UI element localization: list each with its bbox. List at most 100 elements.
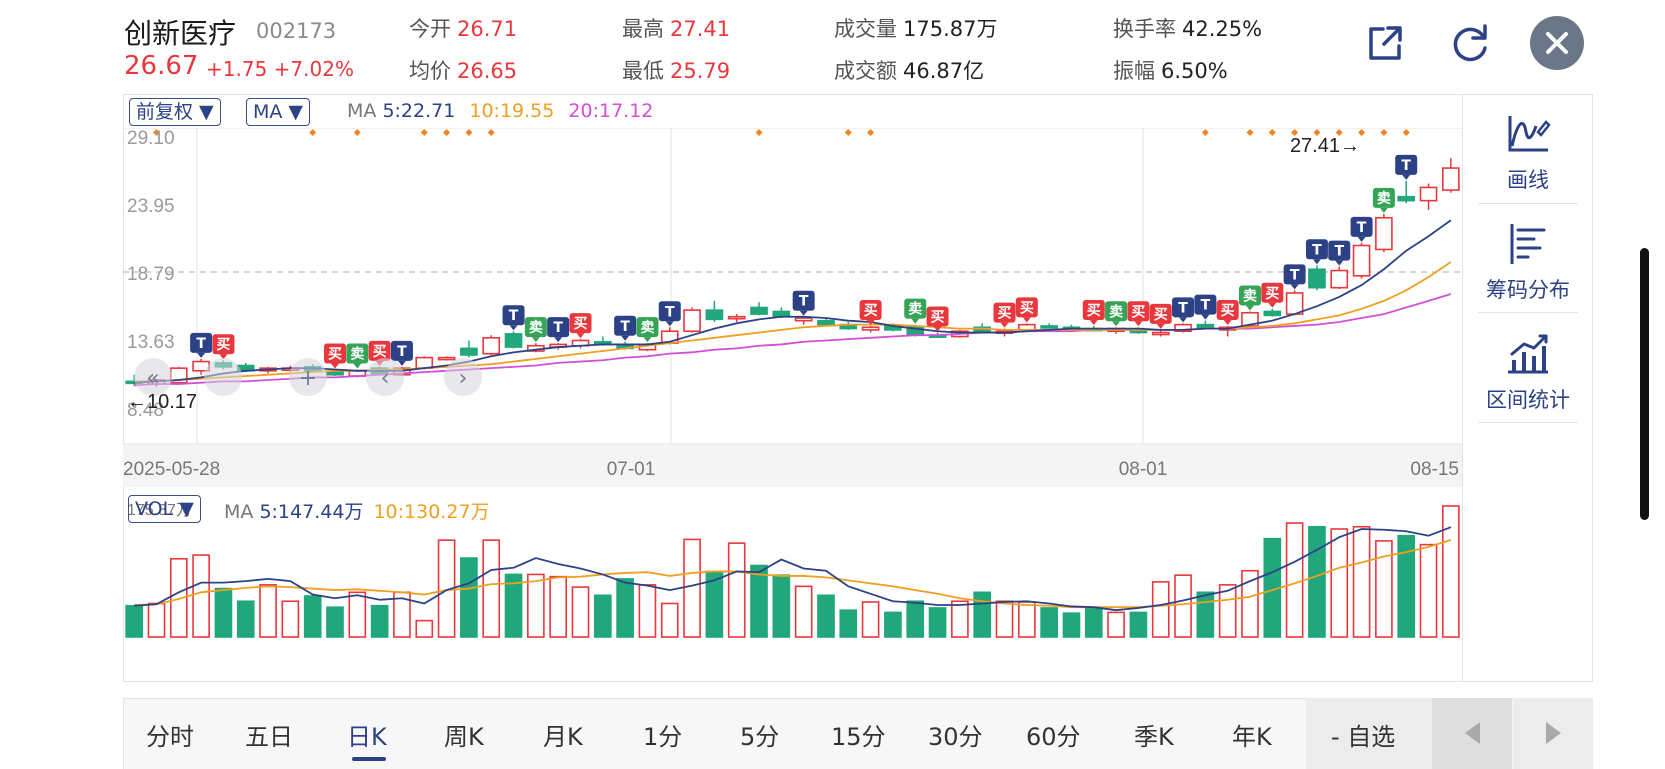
signal-badge-pointer (1379, 207, 1388, 213)
candle-body (727, 315, 746, 320)
chart-nav-button: › (444, 358, 482, 396)
stat-high: 最高 27.41 (622, 13, 730, 43)
tab-1min[interactable]: 1分 (643, 717, 682, 752)
signal-badge: 卖 (636, 317, 659, 343)
signal-badge: 卖 (904, 298, 927, 324)
tab-quarterly-k[interactable]: 季K (1134, 717, 1174, 752)
vol-indicator-dropdown[interactable]: VOL ▼ (128, 495, 201, 523)
adjust-mode-dropdown[interactable]: 前复权 ▼ (129, 98, 221, 126)
signal-badge: 买 (1082, 299, 1105, 325)
tab-yearly-k[interactable]: 年K (1232, 717, 1272, 752)
tab-60min[interactable]: 60分 (1026, 717, 1081, 752)
signal-badge-pointer (1134, 321, 1143, 327)
candle-body (482, 337, 501, 355)
candle-body (326, 371, 344, 376)
candle-body (1263, 310, 1282, 317)
tab-five-day[interactable]: 五日 (245, 717, 293, 752)
change-percent: +7.02% (273, 57, 354, 81)
signal-dot (1402, 129, 1410, 136)
signal-dot (844, 129, 852, 136)
signal-badge-label: T (1201, 298, 1211, 314)
signal-badge: 买 (324, 343, 347, 369)
signal-badge-label: 卖 (1243, 287, 1257, 304)
indicator-dropdown[interactable]: MA ▼ (246, 98, 311, 126)
signal-badge-pointer (1089, 319, 1098, 325)
signal-badge-label: T (620, 319, 630, 335)
chart-nav-bg (204, 358, 242, 396)
volume-bar (1442, 505, 1460, 638)
signal-badge-pointer (799, 310, 808, 316)
signal-badge: 卖 (1372, 187, 1395, 213)
next-stock-button[interactable] (1513, 698, 1593, 769)
volume-bar (973, 591, 992, 638)
signal-badge-pointer (665, 321, 674, 327)
volume-bar (616, 578, 634, 638)
volume-bar (1174, 574, 1192, 638)
tool-draw-line[interactable]: 画线 (1479, 112, 1577, 194)
signal-badge-label: 买 (373, 344, 387, 360)
kline-chart[interactable]: T 买买卖买 TT卖 T 买 T 卖TT买卖买买买买卖买买 T T 买卖 买TT TT卖T« + ‹ › 2… (123, 128, 1463, 682)
stat-volume: 成交量 175.87万 (834, 13, 997, 43)
tab-monthly-k[interactable]: 月K (543, 717, 583, 752)
volume-bar (928, 607, 947, 638)
signal-badge-pointer (1245, 305, 1254, 311)
volume-layer (125, 505, 1460, 638)
tool-chip-distribution[interactable]: 筹码分布 (1479, 222, 1577, 304)
signal-badge-label: 卖 (1109, 303, 1123, 320)
volume-bar (1352, 525, 1371, 638)
ma5-value: 5:22.71 (382, 100, 456, 122)
stock-name: 创新医疗 (124, 17, 237, 50)
remove-watchlist-button[interactable]: - 自选 (1331, 717, 1395, 752)
tab-5min[interactable]: 5分 (740, 717, 779, 752)
x-date-label: 08-15 (1410, 459, 1459, 480)
tool-range-stats[interactable]: 区间统计 (1479, 332, 1577, 414)
signal-badge-pointer (1290, 284, 1299, 290)
close-button[interactable] (1530, 16, 1584, 70)
signal-badge-label: 卖 (640, 319, 654, 336)
signal-badge-label: 买 (864, 303, 878, 319)
signal-badge-label: 买 (1131, 304, 1145, 320)
range-stats-icon (1508, 334, 1548, 374)
tab-daily-k[interactable]: 日K (347, 717, 387, 752)
signal-badge-pointer (1312, 259, 1321, 265)
last-price: 26.67 (124, 51, 199, 81)
x-date-label: 2025-05-28 (123, 459, 220, 480)
volume-bar (1419, 543, 1438, 638)
low-marker: ←10.17 (127, 391, 197, 413)
volume-bar (147, 602, 166, 638)
tab-intraday[interactable]: 分时 (146, 717, 194, 752)
candle-body (415, 356, 434, 369)
volume-bar (1084, 606, 1103, 638)
y-tick-label: 13.63 (127, 332, 175, 353)
price-grid (123, 128, 1462, 445)
signal-badge-label: T (397, 344, 407, 360)
tab-weekly-k[interactable]: 周K (444, 717, 484, 752)
volume-bar (326, 606, 344, 638)
signal-badge: 买 (1149, 303, 1172, 329)
share-icon (1369, 26, 1402, 60)
scrollbar[interactable] (1640, 248, 1649, 520)
volume-bar (995, 600, 1014, 638)
candle-body (1308, 268, 1326, 289)
signal-badge-pointer (1402, 174, 1411, 180)
date-axis-band (123, 444, 1462, 487)
signal-badge-pointer (1201, 314, 1210, 320)
signal-dot (755, 129, 763, 136)
signal-badge-pointer (576, 333, 585, 339)
signal-badge-label: T (1401, 158, 1411, 174)
candle-body (750, 306, 768, 315)
signal-badge: T (1194, 294, 1217, 320)
share-button[interactable] (1358, 16, 1412, 70)
signal-badge: 买 (212, 334, 235, 360)
volume-bar (727, 542, 746, 638)
candle-body (794, 317, 813, 322)
stat-value: 27.41 (670, 17, 731, 41)
signal-badge: 买 (1127, 301, 1150, 327)
prev-stock-button[interactable] (1432, 698, 1512, 769)
tool-separator (1478, 203, 1578, 204)
high-marker: 27.41→ (1290, 135, 1360, 157)
tab-30min[interactable]: 30分 (928, 717, 983, 752)
stat-value: 6.50% (1161, 59, 1228, 83)
refresh-button[interactable] (1444, 16, 1498, 70)
tab-15min[interactable]: 15分 (831, 717, 886, 752)
